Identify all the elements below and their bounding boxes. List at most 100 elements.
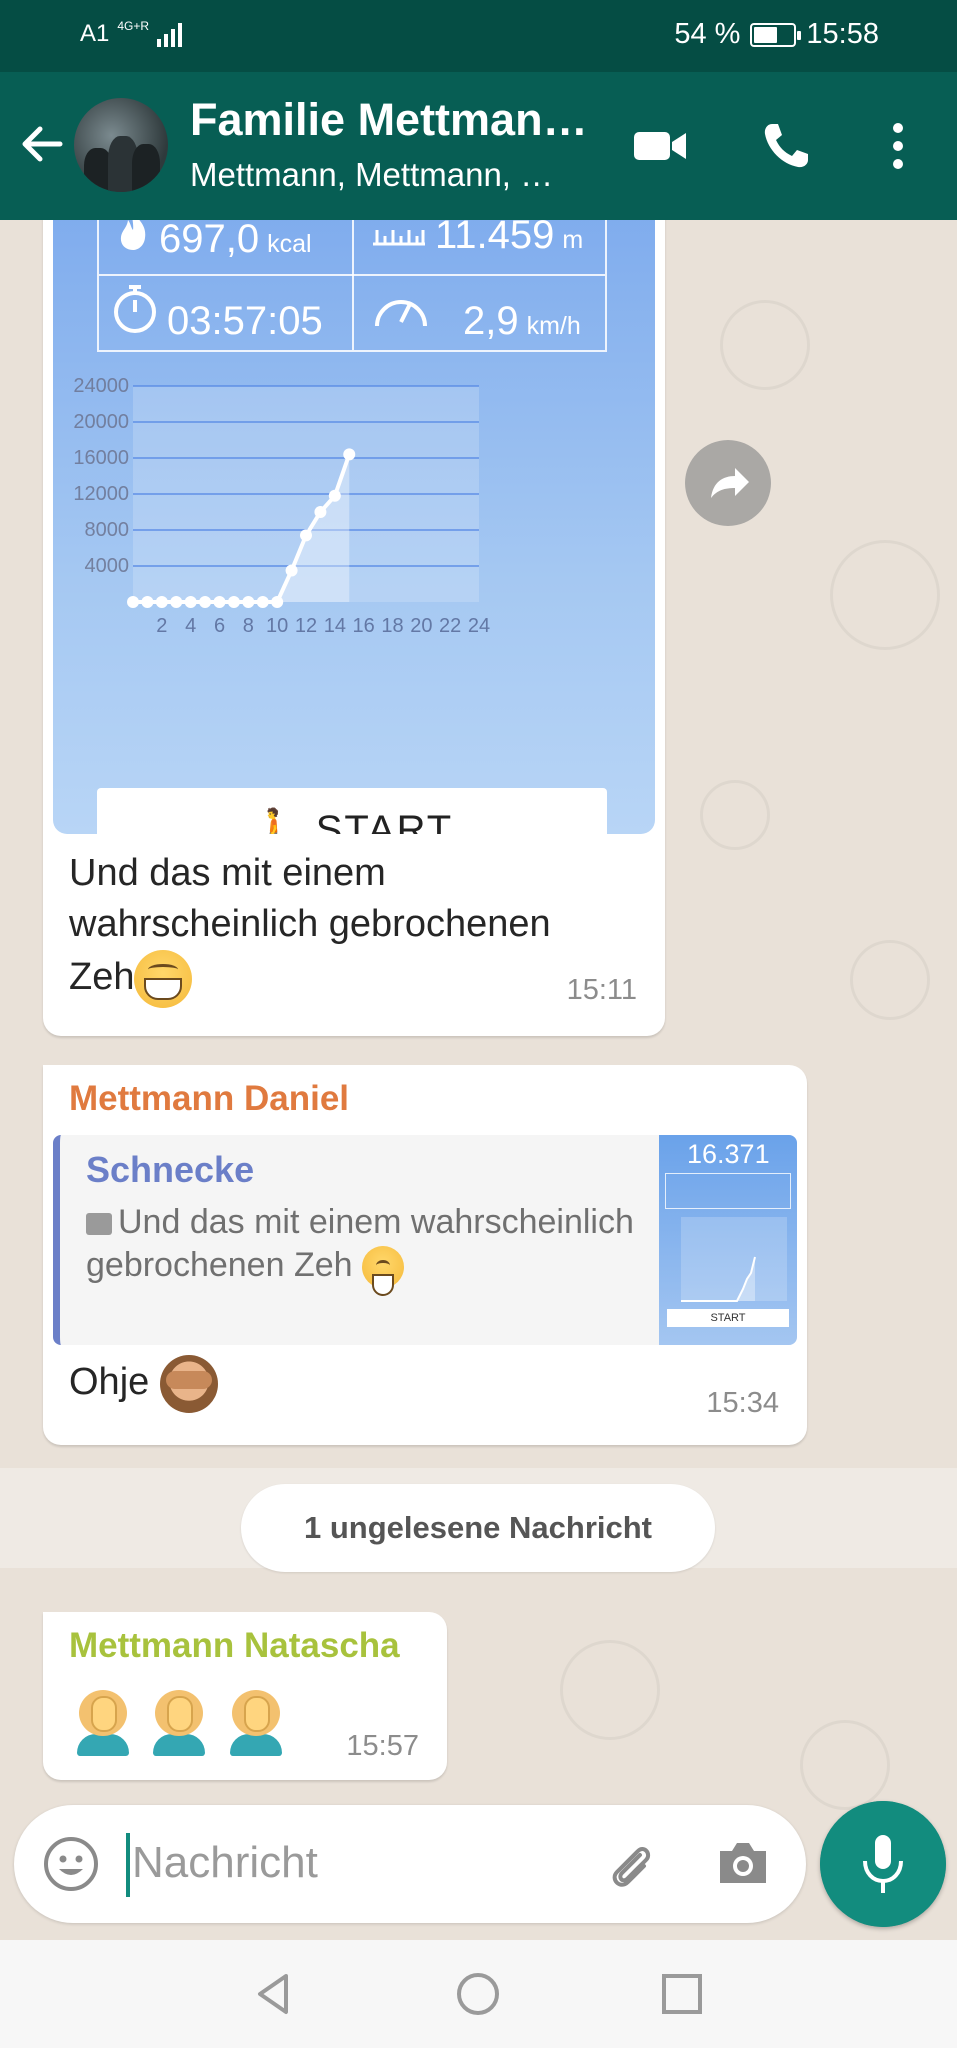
data-point: [213, 596, 226, 608]
quoted-image-thumbnail: 16.371 START: [659, 1135, 797, 1345]
nav-back-icon[interactable]: [250, 1970, 298, 2018]
stopwatch-icon: [114, 285, 156, 333]
video-call-icon[interactable]: [630, 116, 690, 176]
steps-chart: 24000200001600012000800040002 4 6 8 10 12 14 16…: [73, 375, 490, 637]
emoji-icon[interactable]: [42, 1835, 100, 1893]
battery-fill: [754, 26, 778, 43]
x-tick-label: 18: [381, 615, 403, 637]
y-tick-label: 4000: [85, 555, 130, 577]
battery-icon: [750, 22, 802, 47]
message-text: Ohje: [69, 1355, 218, 1413]
distance-value: 11.459: [435, 220, 555, 257]
distance-unit: m: [562, 226, 584, 254]
duration-stat: 03:57:05: [111, 282, 323, 344]
x-tick-label: 14: [324, 615, 346, 637]
quoted-text: Und das mit einem wahrscheinlich gebroch…: [86, 1201, 646, 1297]
thumb-stats-box: [665, 1173, 791, 1209]
start-button-image: 🚶 START: [97, 788, 607, 834]
message-bubble-reply[interactable]: Mettmann Daniel Schnecke Und das mit ein…: [43, 1065, 807, 1445]
x-tick-label: 12: [295, 615, 317, 637]
wallpaper-doodle: [830, 540, 940, 650]
data-point: [155, 596, 168, 608]
flame-icon: [120, 220, 146, 250]
speed-stat: 2,9 km/h: [371, 282, 581, 344]
speed-unit: km/h: [526, 312, 581, 340]
attach-icon[interactable]: [600, 1835, 660, 1895]
grinning-face-emoji: [362, 1246, 404, 1297]
chat-subtitle[interactable]: Mettmann, Mettmann, …: [190, 156, 570, 194]
x-tick-label: 4: [185, 615, 196, 637]
y-tick-label: 24000: [73, 375, 129, 397]
nav-home-icon[interactable]: [454, 1970, 502, 2018]
wallpaper-doodle: [560, 1640, 660, 1740]
data-point: [227, 596, 240, 608]
carrier-label: A1: [80, 20, 110, 47]
sender-name[interactable]: Mettmann Natascha: [69, 1626, 400, 1666]
photo-icon: [86, 1213, 112, 1236]
y-tick-label: 8000: [85, 519, 130, 541]
wallpaper-doodle: [700, 780, 770, 850]
x-tick-label: 10: [266, 615, 288, 637]
unread-divider: 1 ungelesene Nachricht: [241, 1484, 715, 1572]
wallpaper-doodle: [720, 300, 810, 390]
y-tick-label: 20000: [73, 411, 129, 433]
x-tick-label: 8: [243, 615, 254, 637]
start-label: START: [315, 808, 454, 834]
caption-line: Und das mit einem: [69, 852, 386, 894]
kcal-unit: kcal: [267, 230, 312, 258]
ruler-icon: [373, 230, 425, 246]
forward-icon[interactable]: [685, 440, 771, 526]
battery-percent-label: 54 %: [674, 18, 741, 50]
chat-header: Familie Mettman… Mettmann, Mettmann, …: [0, 72, 957, 220]
message-input[interactable]: [132, 1827, 462, 1899]
stats-grid: 697,0 kcal 11.459 m 03:57:05 2,9 km/h: [97, 220, 607, 352]
status-right: 54 % 15:58: [674, 18, 879, 51]
more-vert-icon[interactable]: [868, 116, 928, 176]
chat-area[interactable]: 697,0 kcal 11.459 m 03:57:05 2,9 km/h 24…: [0, 220, 957, 1940]
see-no-evil-monkey-emoji: [159, 1355, 218, 1413]
data-point: [141, 596, 154, 608]
data-point: [300, 529, 312, 542]
y-tick-label: 16000: [73, 447, 129, 469]
wallpaper-doodle: [850, 940, 930, 1020]
message-text: Und das mit einem wahrscheinlich gebroch…: [69, 848, 551, 1008]
group-avatar[interactable]: [74, 98, 168, 192]
nav-recents-icon[interactable]: [658, 1970, 706, 2018]
speed-value: 2,9: [463, 299, 519, 343]
message-bubble-text[interactable]: Mettmann Natascha 15:57: [43, 1612, 447, 1780]
chat-title[interactable]: Familie Mettman…: [190, 94, 600, 146]
kcal-value: 697,0: [159, 220, 260, 261]
y-tick-label: 12000: [73, 483, 129, 505]
phone-icon[interactable]: [756, 116, 816, 176]
data-point: [328, 489, 341, 502]
x-tick-label: 6: [214, 615, 225, 637]
distance-stat: 11.459 m: [371, 220, 583, 258]
duration-value: 03:57:05: [167, 299, 323, 343]
data-point: [199, 596, 212, 608]
data-point: [242, 596, 255, 608]
reply-text: Ohje: [69, 1361, 150, 1404]
facepalm-emoji: [226, 1690, 286, 1756]
clock-label: 15:58: [806, 18, 879, 50]
camera-icon[interactable]: [714, 1837, 772, 1889]
walking-icon: 🚶: [250, 808, 303, 834]
data-point: [184, 596, 197, 608]
text-cursor: [126, 1833, 130, 1897]
quoted-message[interactable]: Schnecke Und das mit einem wahrscheinlic…: [53, 1135, 797, 1345]
data-point: [271, 596, 284, 608]
wallpaper-doodle: [800, 1720, 890, 1810]
mic-button[interactable]: [820, 1801, 946, 1927]
kcal-stat: 697,0 kcal: [115, 220, 312, 262]
x-tick-label: 16: [353, 615, 375, 637]
shared-screenshot-image[interactable]: 697,0 kcal 11.459 m 03:57:05 2,9 km/h 24…: [53, 220, 655, 834]
message-time: 15:57: [346, 1730, 419, 1762]
thumb-start-label: START: [667, 1309, 789, 1327]
message-bubble-image[interactable]: 697,0 kcal 11.459 m 03:57:05 2,9 km/h 24…: [43, 220, 665, 1036]
quoted-text-content: Und das mit einem wahrscheinlich gebroch…: [86, 1203, 634, 1284]
sender-name[interactable]: Mettmann Daniel: [69, 1079, 349, 1119]
thumb-steps: 16.371: [687, 1139, 770, 1169]
message-time: 15:11: [566, 974, 637, 1006]
speedometer-icon: [375, 300, 427, 327]
back-arrow-icon[interactable]: [16, 118, 68, 170]
x-tick-label: 20: [410, 615, 432, 637]
